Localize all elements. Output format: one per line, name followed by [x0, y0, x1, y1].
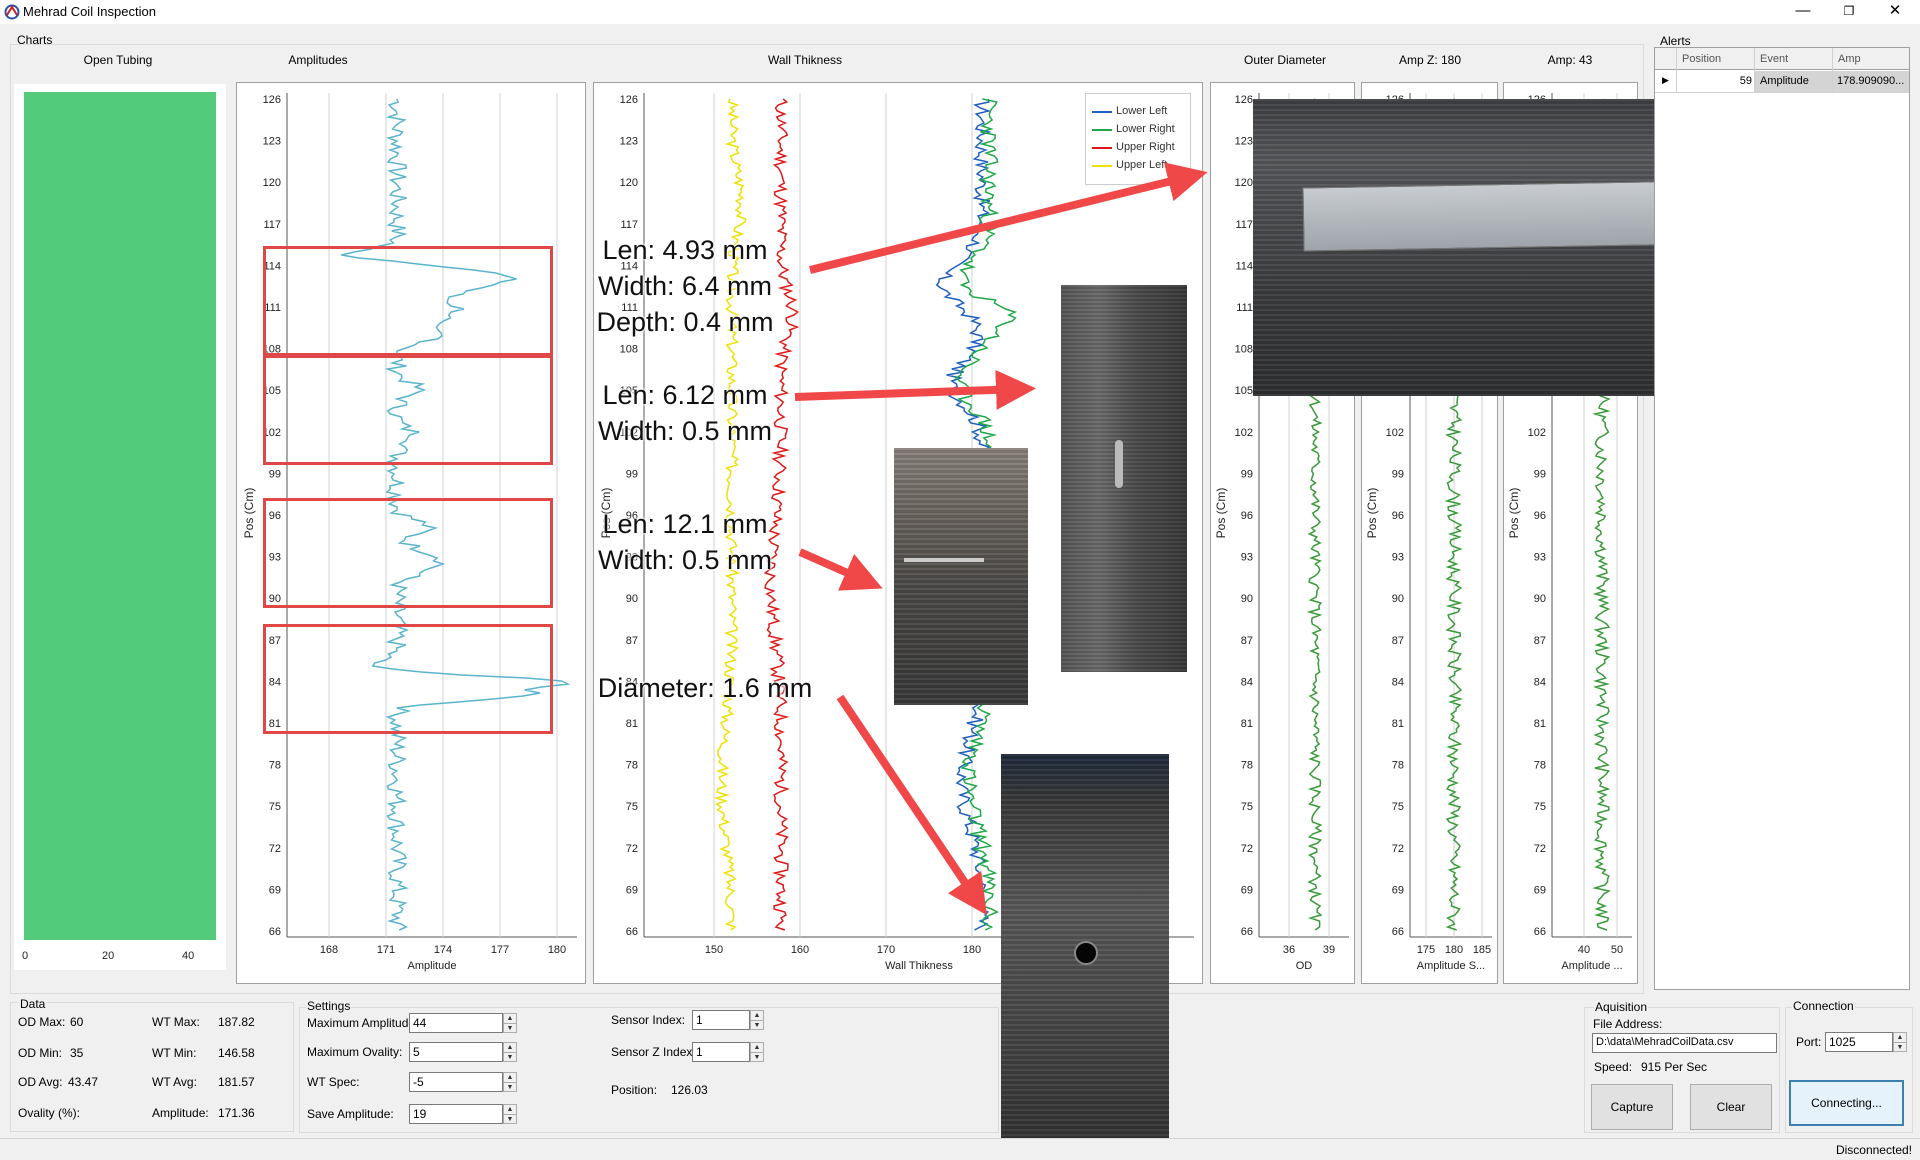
callout-line: Diameter: 1.6 mm	[597, 673, 813, 703]
wt-max-value: 187.82	[218, 1015, 255, 1029]
callout-line: Width: 6.4 mm	[597, 271, 773, 301]
save-amplitude-spinner[interactable]: ▲ ▼	[503, 1104, 517, 1124]
alerts-grid[interactable]: Position Event Amp ▶ 59 Amplitude 178.90…	[1654, 47, 1910, 990]
row-selector-icon: ▶	[1662, 75, 1669, 85]
od-avg-label: OD Avg:	[18, 1075, 63, 1089]
alerts-group-title: Alerts	[1660, 34, 1691, 48]
wt-avg-label: WT Avg:	[152, 1075, 197, 1089]
arrow	[836, 694, 987, 916]
sensor-z-index-label: Sensor Z Index:	[611, 1045, 696, 1059]
callout-defect-2: Len: 6.12 mm Width: 0.5 mm	[575, 377, 795, 449]
acquisition-group-title: Aquisition	[1594, 1000, 1649, 1014]
clear-button[interactable]: Clear	[1690, 1084, 1772, 1130]
file-address-label: File Address:	[1593, 1017, 1663, 1031]
arrow	[809, 162, 1208, 274]
wt-spec-label: WT Spec:	[307, 1075, 360, 1089]
alerts-col-amp[interactable]: Amp	[1838, 53, 1861, 65]
data-group-title: Data	[19, 997, 47, 1011]
sensor-index-label: Sensor Index:	[611, 1013, 686, 1027]
status-bar: Disconnected!	[0, 1138, 1920, 1160]
alert-amp[interactable]: 178.909090...	[1837, 75, 1904, 87]
callout-arrows	[794, 162, 1208, 916]
amplitude-label: Amplitude:	[152, 1106, 209, 1120]
position-label: Position:	[611, 1083, 658, 1097]
ovality-label: Ovality (%):	[18, 1106, 81, 1120]
wt-min-label: WT Min:	[152, 1046, 197, 1060]
connect-button[interactable]: Connecting...	[1789, 1080, 1904, 1126]
od-min-label: OD Min:	[18, 1046, 63, 1060]
connection-group-title: Connection	[1792, 999, 1855, 1013]
speed-value: 915 Per Sec	[1641, 1060, 1708, 1074]
save-amplitude-label: Save Amplitude:	[307, 1107, 394, 1121]
alerts-col-position[interactable]: Position	[1682, 53, 1721, 65]
amplitude-value: 171.36	[218, 1106, 255, 1120]
arrow	[798, 548, 883, 591]
save-amplitude-input[interactable]: 19	[409, 1104, 503, 1124]
max-amplitude-label: Maximum Amplitude:	[307, 1016, 419, 1030]
callout-defect-1: Len: 4.93 mm Width: 6.4 mm Depth: 0.4 mm	[575, 232, 795, 340]
alerts-col-event[interactable]: Event	[1760, 53, 1788, 65]
callout-line: Width: 0.5 mm	[597, 416, 773, 446]
od-min-value: 35	[70, 1046, 84, 1060]
sensor-z-index-spinner[interactable]: ▲ ▼	[750, 1042, 764, 1062]
callout-line: Width: 0.5 mm	[597, 545, 773, 575]
sensor-z-index-input[interactable]: 1	[692, 1042, 750, 1062]
sensor-index-spinner[interactable]: ▲ ▼	[750, 1010, 764, 1030]
od-max-label: OD Max:	[18, 1015, 66, 1029]
position-value: 126.03	[671, 1083, 708, 1097]
callout-line: Len: 6.12 mm	[602, 380, 768, 410]
alert-position[interactable]: 59	[1676, 75, 1752, 87]
od-max-value: 60	[70, 1015, 84, 1029]
capture-button[interactable]: Capture	[1591, 1084, 1673, 1130]
alert-event[interactable]: Amplitude	[1760, 75, 1809, 87]
connection-status: Disconnected!	[1835, 1143, 1912, 1157]
wt-spec-spinner[interactable]: ▲ ▼	[503, 1072, 517, 1092]
callout-line: Depth: 0.4 mm	[596, 307, 774, 337]
settings-group-title: Settings	[306, 999, 352, 1013]
max-ovality-input[interactable]: 5	[409, 1042, 503, 1062]
speed-label: Speed:	[1594, 1060, 1633, 1074]
max-ovality-label: Maximum Ovality:	[307, 1045, 403, 1059]
max-ovality-spinner[interactable]: ▲ ▼	[503, 1042, 517, 1062]
callout-defect-3: Len: 12.1 mm Width: 0.5 mm	[575, 506, 795, 578]
sensor-index-input[interactable]: 1	[692, 1010, 750, 1030]
wt-spec-input[interactable]: -5	[409, 1072, 503, 1092]
wt-avg-value: 181.57	[218, 1075, 255, 1089]
callout-line: Len: 4.93 mm	[602, 235, 768, 265]
port-label: Port:	[1796, 1035, 1822, 1049]
callout-line: Len: 12.1 mm	[602, 509, 768, 539]
wt-max-label: WT Max:	[152, 1015, 200, 1029]
wt-min-value: 146.58	[218, 1046, 255, 1060]
port-input[interactable]: 1025	[1825, 1032, 1893, 1052]
file-address-input[interactable]: D:\data\MehradCoilData.csv	[1592, 1033, 1777, 1053]
port-spinner[interactable]: ▲ ▼	[1893, 1032, 1907, 1052]
max-amplitude-spinner[interactable]: ▲ ▼	[503, 1013, 517, 1033]
arrow	[794, 369, 1036, 410]
callout-defect-4: Diameter: 1.6 mm	[570, 670, 840, 706]
od-avg-value: 43.47	[68, 1075, 99, 1089]
max-amplitude-input[interactable]: 44	[409, 1013, 503, 1033]
